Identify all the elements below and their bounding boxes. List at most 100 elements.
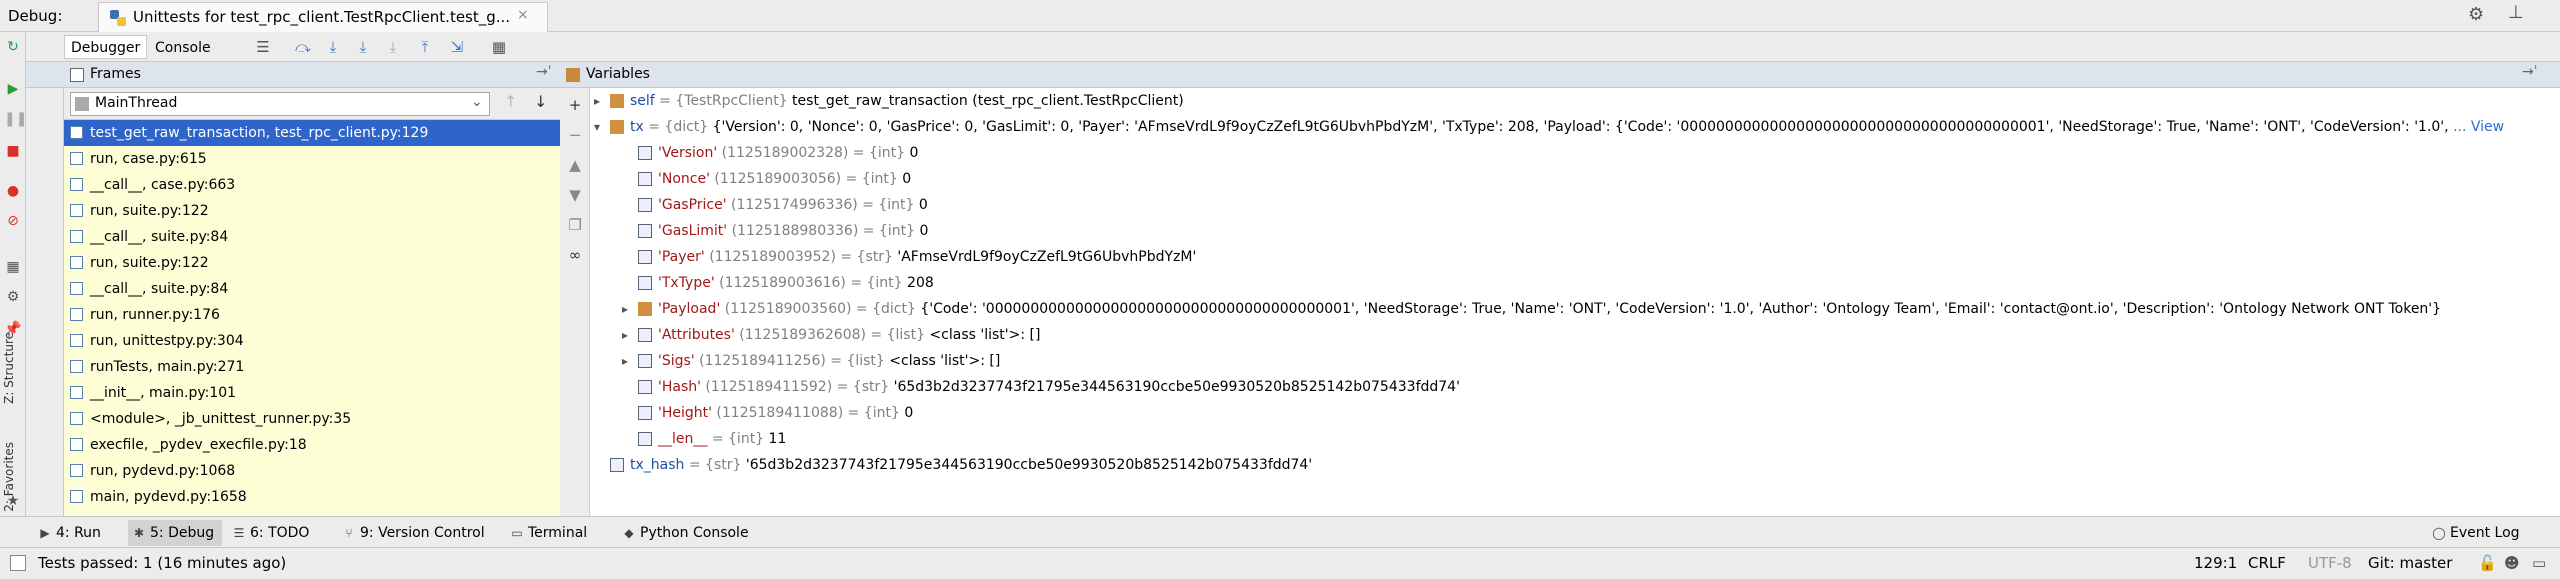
variable-value: {'Code': '000000000000000000000000000000… xyxy=(920,301,2442,317)
variable-text: 'Attributes' (1125189362608) = {list} <c… xyxy=(658,322,1040,348)
frame-item[interactable]: runTests, main.py:271 xyxy=(64,354,560,380)
expand-down-icon[interactable]: ▾ xyxy=(594,114,606,140)
variable-row[interactable]: 'TxType' (1125189003616) = {int} 208 xyxy=(590,270,2560,296)
run-to-cursor-icon[interactable]: ⇲ xyxy=(448,38,466,56)
tab-console[interactable]: Console xyxy=(148,35,218,59)
variable-row[interactable]: ▾ tx = {dict} {'Version': 0, 'Nonce': 0, … xyxy=(590,114,2560,140)
step-over-icon[interactable]: ⤼ xyxy=(294,38,312,56)
variable-row[interactable]: ▸ 'Attributes' (1125189362608) = {list} <… xyxy=(590,322,2560,348)
frame-item[interactable]: run, unittestpy.py:304 xyxy=(64,328,560,354)
expand-right-icon[interactable]: ▸ xyxy=(622,348,634,374)
tab-python-console[interactable]: ◆ Python Console xyxy=(618,520,757,546)
step-out-icon[interactable]: ⤒ xyxy=(416,38,434,56)
frame-item[interactable]: __call__, suite.py:84 xyxy=(64,224,560,250)
inspector-icon[interactable]: ☻ xyxy=(2504,554,2520,572)
chevron-down-icon: ⌄ xyxy=(471,94,483,110)
view-breakpoints-icon[interactable]: ● xyxy=(4,182,22,200)
variable-row[interactable]: 'GasPrice' (1125174996336) = {int} 0 xyxy=(590,192,2560,218)
arrow-up-icon[interactable]: ↑ xyxy=(504,92,517,111)
settings-icon[interactable]: ⚙ xyxy=(4,288,22,306)
evaluate-expression-icon[interactable]: ▦ xyxy=(490,38,508,56)
line-separator[interactable]: CRLF xyxy=(2248,554,2286,572)
lock-icon[interactable]: 🔓 xyxy=(2478,554,2497,572)
stack-frame-icon xyxy=(70,152,83,165)
new-watch-icon[interactable]: + xyxy=(566,96,584,114)
frame-item[interactable]: run, case.py:615 xyxy=(64,146,560,172)
gear-icon[interactable]: ⚙ xyxy=(2468,4,2484,25)
caret-position[interactable]: 129:1 xyxy=(2194,554,2237,572)
step-into-my-code-icon[interactable]: ⤓ xyxy=(354,38,372,56)
tab-terminal[interactable]: ▭ Terminal xyxy=(506,520,595,546)
variable-row[interactable]: ▸ self = {TestRpcClient} test_get_raw_tra… xyxy=(590,88,2560,114)
show-execution-point-icon[interactable]: ☰ xyxy=(254,38,272,56)
variable-row[interactable]: 'GasLimit' (1125188980336) = {int} 0 xyxy=(590,218,2560,244)
variable-row[interactable]: __len__ = {int} 11 xyxy=(590,426,2560,452)
remove-watch-icon[interactable]: − xyxy=(566,126,584,144)
expand-right-icon[interactable]: ▸ xyxy=(622,322,634,348)
event-log-button[interactable]: ◯ Event Log xyxy=(2428,520,2528,546)
variable-row[interactable]: 'Height' (1125189411088) = {int} 0 xyxy=(590,400,2560,426)
layout-icon[interactable]: ▦ xyxy=(4,258,22,276)
move-up-icon[interactable]: ▲ xyxy=(566,156,584,174)
variable-row[interactable]: ▸ 'Sigs' (1125189411256) = {list} <class … xyxy=(590,348,2560,374)
resume-icon[interactable]: ▶ xyxy=(4,80,22,98)
variable-row[interactable]: 'Payer' (1125189003952) = {str} 'AFmseVr… xyxy=(590,244,2560,270)
pause-icon[interactable]: ❚❚ xyxy=(4,110,27,128)
frame-label: __call__, case.py:663 xyxy=(90,177,236,193)
show-watches-icon[interactable]: ∞ xyxy=(566,246,584,264)
stop-icon[interactable]: ■ xyxy=(4,142,22,160)
star-icon[interactable]: ★ xyxy=(4,492,22,510)
tab-todo[interactable]: ☰ 6: TODO xyxy=(228,520,317,546)
view-link[interactable]: ... View xyxy=(2453,119,2504,135)
frame-item[interactable]: __call__, case.py:663 xyxy=(64,172,560,198)
vcs-branch[interactable]: Git: master xyxy=(2368,554,2452,572)
panel-pin-icon[interactable]: →ˈ xyxy=(536,64,552,80)
tab-run-label: 4: Run xyxy=(56,525,101,541)
debug-icon: ✱ xyxy=(133,526,145,540)
close-icon[interactable]: × xyxy=(517,7,529,23)
expand-right-icon[interactable]: ▸ xyxy=(622,296,634,322)
variable-value: 0 xyxy=(904,405,914,421)
thread-dropdown[interactable]: MainThread ⌄ xyxy=(70,92,490,116)
status-message[interactable]: Tests passed: 1 (16 minutes ago) xyxy=(38,554,286,572)
copy-icon[interactable]: ❐ xyxy=(566,216,584,234)
arrow-down-icon[interactable]: ↓ xyxy=(534,92,547,111)
expand-right-icon[interactable]: ▸ xyxy=(594,88,606,114)
variable-row[interactable]: tx_hash = {str} '65d3b2d3237743f21795e34… xyxy=(590,452,2560,478)
tab-debug[interactable]: ✱ 5: Debug xyxy=(128,520,223,546)
panel-pin-icon[interactable]: →ˈ xyxy=(2522,64,2538,80)
frame-item[interactable]: main, pydevd.py:1658 xyxy=(64,484,560,510)
frame-item[interactable]: <module>, _jb_unittest_runner.py:35 xyxy=(64,406,560,432)
tool-windows-icon[interactable] xyxy=(10,555,26,571)
title-bar: Debug: Unittests for test_rpc_client.Tes… xyxy=(0,0,2560,32)
frames-title: Frames xyxy=(90,66,141,82)
file-encoding[interactable]: UTF-8 xyxy=(2308,554,2352,572)
tab-version-control[interactable]: ⑂ 9: Version Control xyxy=(338,520,493,546)
frame-item[interactable]: test_get_raw_transaction, test_rpc_clien… xyxy=(64,120,560,146)
move-down-icon[interactable]: ▼ xyxy=(566,186,584,204)
stack-frame-icon xyxy=(70,282,83,295)
variable-row[interactable]: ▸ 'Payload' (1125189003560) = {dict} {'Co… xyxy=(590,296,2560,322)
tab-run[interactable]: ▶ 4: Run xyxy=(34,520,109,546)
frame-item[interactable]: execfile, _pydev_execfile.py:18 xyxy=(64,432,560,458)
structure-tool-window-label[interactable]: Z: Structure xyxy=(2,332,16,404)
step-into-icon[interactable]: ⤓ xyxy=(324,38,342,56)
variable-row[interactable]: 'Nonce' (1125189003056) = {int} 0 xyxy=(590,166,2560,192)
variable-text: 'Payer' (1125189003952) = {str} 'AFmseVr… xyxy=(658,244,1196,270)
frame-item[interactable]: run, pydevd.py:1068 xyxy=(64,458,560,484)
hide-panel-icon[interactable]: ⊥ xyxy=(2508,2,2524,23)
variable-row[interactable]: 'Version' (1125189002328) = {int} 0 xyxy=(590,140,2560,166)
tab-debugger[interactable]: Debugger xyxy=(64,35,148,59)
frame-item[interactable]: run, suite.py:122 xyxy=(64,250,560,276)
rerun-icon[interactable]: ↻ xyxy=(4,38,22,56)
frame-item[interactable]: __call__, suite.py:84 xyxy=(64,276,560,302)
variable-type: (1125189003056) = {int} xyxy=(709,171,903,187)
debug-session-tab[interactable]: Unittests for test_rpc_client.TestRpcCli… xyxy=(98,2,548,32)
mute-breakpoints-icon[interactable]: ⊘ xyxy=(4,212,22,230)
frame-item[interactable]: run, runner.py:176 xyxy=(64,302,560,328)
frame-item[interactable]: run, suite.py:122 xyxy=(64,198,560,224)
variable-row[interactable]: 'Hash' (1125189411592) = {str} '65d3b2d3… xyxy=(590,374,2560,400)
force-step-into-icon[interactable]: ⤓ xyxy=(384,38,402,56)
frame-item[interactable]: __init__, main.py:101 xyxy=(64,380,560,406)
notifications-icon[interactable]: ▭ xyxy=(2532,554,2546,572)
